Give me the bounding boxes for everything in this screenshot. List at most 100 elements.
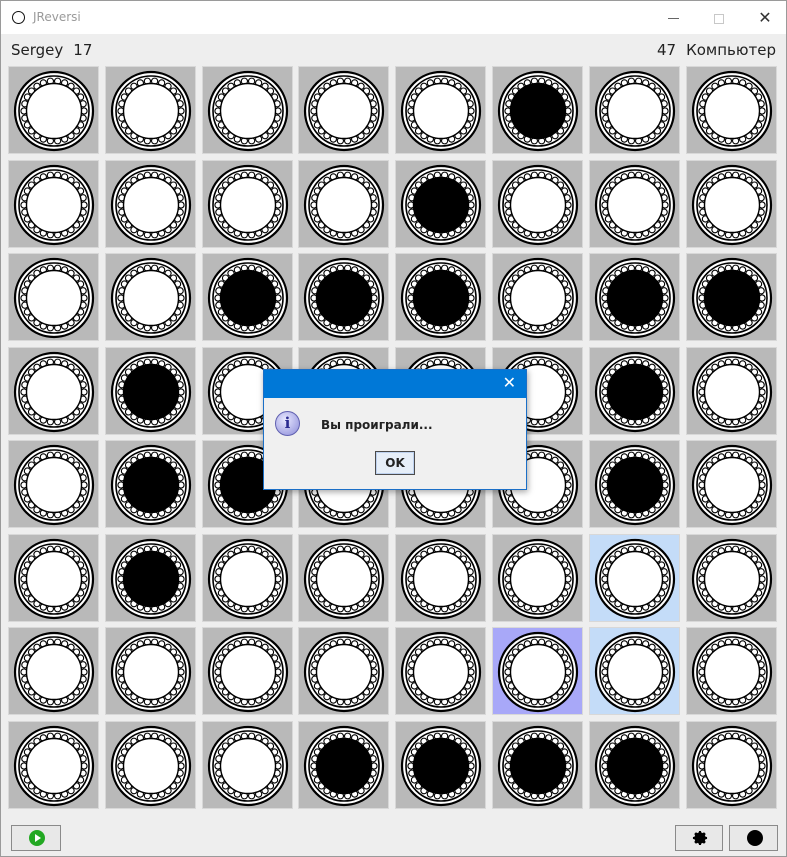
- board-cell-r2-c8[interactable]: [685, 159, 777, 248]
- board-cell-r8-c8[interactable]: [685, 720, 777, 809]
- board-cell-r6-c4[interactable]: [298, 533, 390, 622]
- board-cell-r2-c6[interactable]: [492, 159, 583, 248]
- app-window: JReversi ✕ Sergey 17 47 Компьютер ✕ i Вы п…: [0, 0, 787, 857]
- board-cell-r5-c8[interactable]: [685, 440, 777, 528]
- board-cell-r2-c3[interactable]: [201, 159, 293, 248]
- board-cell-r4-c2[interactable]: [104, 346, 196, 435]
- board-cell-r7-c8[interactable]: [685, 627, 777, 715]
- white-disc-icon: [594, 164, 675, 245]
- close-button[interactable]: ✕: [742, 1, 787, 34]
- white-disc-icon: [13, 538, 95, 619]
- board-cell-r2-c5[interactable]: [395, 159, 487, 248]
- white-disc-icon: [207, 70, 288, 152]
- board-cell-r1-c7[interactable]: [588, 66, 680, 154]
- white-disc-icon: [110, 70, 191, 152]
- board-cell-r6-c1[interactable]: [8, 533, 99, 622]
- black-disc-icon: [110, 351, 191, 432]
- white-disc-icon: [691, 70, 772, 152]
- white-disc-icon: [13, 444, 95, 526]
- board-cell-r4-c7[interactable]: [588, 346, 680, 435]
- white-disc-icon: [594, 70, 675, 152]
- board-cell-r1-c4[interactable]: [298, 66, 390, 154]
- white-disc-icon: [110, 725, 191, 806]
- board-cell-r7-c5[interactable]: [395, 627, 487, 715]
- board-cell-r3-c1[interactable]: [8, 253, 99, 341]
- black-disc-icon: [304, 725, 385, 806]
- white-disc-icon: [594, 538, 675, 619]
- board-cell-r8-c1[interactable]: [8, 720, 99, 809]
- board-cell-r6-c3[interactable]: [201, 533, 293, 622]
- dialog-title-bar: ✕: [264, 370, 526, 398]
- board-cell-r3-c3[interactable]: [201, 253, 293, 341]
- board-cell-r6-c5[interactable]: [395, 533, 487, 622]
- board-cell-r3-c2[interactable]: [104, 253, 196, 341]
- board-cell-r3-c6[interactable]: [492, 253, 583, 341]
- computer-score-panel: 47 Компьютер: [657, 41, 776, 59]
- new-game-button[interactable]: [11, 825, 61, 851]
- board-cell-r6-c8[interactable]: [685, 533, 777, 622]
- board-cell-r2-c1[interactable]: [8, 159, 99, 248]
- white-disc-icon: [304, 70, 385, 152]
- board-cell-r8-c7[interactable]: [588, 720, 680, 809]
- board-cell-r8-c6[interactable]: [492, 720, 583, 809]
- board-cell-r8-c2[interactable]: [104, 720, 196, 809]
- dialog-close-button[interactable]: ✕: [503, 373, 516, 393]
- black-disc-icon: [594, 351, 675, 432]
- white-disc-icon: [207, 164, 288, 245]
- white-disc-icon: [304, 164, 385, 245]
- board-cell-r8-c3[interactable]: [201, 720, 293, 809]
- human-player-score: 17: [73, 41, 93, 59]
- gear-icon: [692, 830, 708, 846]
- board-cell-r6-c2[interactable]: [104, 533, 196, 622]
- minimize-button[interactable]: [650, 1, 696, 34]
- board-cell-r4-c8[interactable]: [685, 346, 777, 435]
- board-cell-r1-c6[interactable]: [492, 66, 583, 154]
- board-cell-r3-c7[interactable]: [588, 253, 680, 341]
- white-disc-icon: [497, 164, 579, 245]
- white-disc-icon: [13, 70, 95, 152]
- player-color-button[interactable]: [729, 825, 778, 851]
- board-cell-r2-c4[interactable]: [298, 159, 390, 248]
- board-cell-r7-c4[interactable]: [298, 627, 390, 715]
- settings-button[interactable]: [675, 825, 723, 851]
- white-disc-icon: [207, 538, 288, 619]
- board-cell-r2-c2[interactable]: [104, 159, 196, 248]
- board-cell-r1-c5[interactable]: [395, 66, 487, 154]
- board-cell-r6-c7[interactable]: [588, 533, 680, 622]
- board-cell-r7-c2[interactable]: [104, 627, 196, 715]
- board-cell-r3-c4[interactable]: [298, 253, 390, 341]
- message-dialog: ✕ i Вы проиграли... OK: [263, 369, 527, 490]
- white-disc-icon: [13, 257, 95, 339]
- board-cell-r7-c7[interactable]: [588, 627, 680, 715]
- board-cell-r1-c1[interactable]: [8, 66, 99, 154]
- board-cell-r8-c4[interactable]: [298, 720, 390, 809]
- black-disc-icon: [497, 70, 579, 152]
- play-icon: [29, 830, 45, 846]
- board-cell-r1-c8[interactable]: [685, 66, 777, 154]
- board-cell-r3-c5[interactable]: [395, 253, 487, 341]
- white-disc-icon: [497, 631, 579, 713]
- board-cell-r1-c2[interactable]: [104, 66, 196, 154]
- white-disc-icon: [13, 725, 95, 806]
- board-cell-r5-c2[interactable]: [104, 440, 196, 528]
- maximize-button[interactable]: [696, 1, 742, 34]
- dialog-message: Вы проиграли...: [321, 418, 433, 432]
- board-cell-r6-c6[interactable]: [492, 533, 583, 622]
- black-disc-icon: [691, 257, 772, 339]
- board-cell-r7-c6[interactable]: [492, 627, 583, 715]
- board-cell-r2-c7[interactable]: [588, 159, 680, 248]
- board-cell-r3-c8[interactable]: [685, 253, 777, 341]
- board-cell-r1-c3[interactable]: [201, 66, 293, 154]
- dialog-ok-button[interactable]: OK: [375, 451, 415, 475]
- black-disc-icon: [747, 830, 763, 846]
- app-icon: [12, 11, 25, 24]
- white-disc-icon: [497, 257, 579, 339]
- board-cell-r5-c1[interactable]: [8, 440, 99, 528]
- board-cell-r7-c3[interactable]: [201, 627, 293, 715]
- board-cell-r8-c5[interactable]: [395, 720, 487, 809]
- computer-player-name: Компьютер: [686, 41, 776, 59]
- close-icon: ✕: [758, 8, 772, 27]
- board-cell-r5-c7[interactable]: [588, 440, 680, 528]
- board-cell-r7-c1[interactable]: [8, 627, 99, 715]
- board-cell-r4-c1[interactable]: [8, 346, 99, 435]
